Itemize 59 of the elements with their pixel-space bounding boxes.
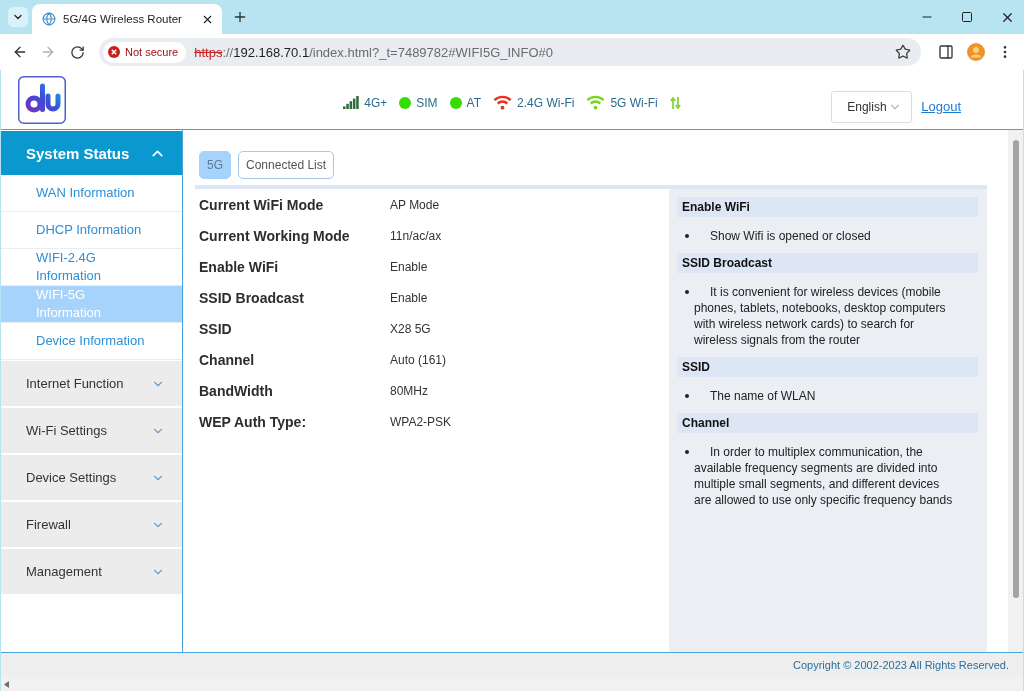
field-label: Channel [199,351,256,368]
help-text: Show Wifi is opened or closed [709,228,872,244]
reload-icon[interactable] [70,44,85,60]
bookmark-star-icon[interactable] [895,44,911,60]
scrollbar-thumb[interactable] [1012,140,1019,598]
status-label: 2.4G Wi-Fi [517,95,575,110]
status-label: 4G+ [364,95,388,110]
scroll-left-icon[interactable] [4,680,9,688]
globe-icon [42,12,56,26]
plus-icon[interactable] [232,9,248,25]
field-value: WPA2-PSK [390,414,453,429]
language-select[interactable]: English [831,90,913,123]
field-value: Enable [390,259,429,274]
field-label: SSID [199,320,233,337]
field-value: Auto (161) [390,352,448,367]
bullet-icon [685,290,689,294]
help-heading: SSID Broadcast [677,253,978,273]
tab-list-button[interactable] [8,7,28,27]
scrollbar[interactable] [1008,130,1023,652]
side-panel-icon[interactable] [938,44,954,60]
help-heading: SSID [677,357,978,377]
field-label: Current Working Mode [199,227,351,244]
copyright-text: Copyright © 2002-2023 All Rights Reserved. [793,659,1009,671]
field-value: 80MHz [390,383,429,398]
sidebar-section[interactable]: Wi-Fi Settings [1,408,182,454]
maximize-icon[interactable] [961,11,973,23]
status-label: SIM [416,95,438,110]
logout-link[interactable]: Logout [921,99,961,114]
address-bar[interactable]: Not secure https://192.168.70.1/index.html?_t=7489782#WIFI5G_INFO#0 [99,38,921,66]
help-heading: Channel [677,413,978,433]
field-label: SSID Broadcast [199,289,306,306]
field-label: Enable WiFi [199,258,280,275]
horizontal-scrollbar[interactable] [1,677,1023,691]
status-label: AT [466,95,482,110]
field-label: WEP Auth Type: [199,413,308,430]
sidebar-section[interactable]: Management [1,549,182,595]
bullet-icon [685,234,689,238]
security-chip[interactable]: Not secure [103,41,187,63]
field-label: Current WiFi Mode [199,196,325,213]
url-text: https://192.168.70.1/index.html?_t=7489782#WIFI5G_INFO#0 [194,44,554,60]
bullet-icon [685,394,689,398]
sidebar-section[interactable]: Device Settings [1,455,182,501]
help-heading: Enable WiFi [677,197,978,217]
field-value: 11n/ac/ax [390,228,443,243]
help-text: The name of WLAN [709,388,817,404]
status-label: 5G Wi-Fi [610,95,658,110]
sidebar-section[interactable]: Firewall [1,502,182,548]
field-value: Enable [390,290,429,305]
tab[interactable]: Connected List [238,151,335,179]
field-label: BandWidth [199,382,274,399]
sidebar-section[interactable]: Internet Function [1,361,182,407]
error-icon [108,46,120,58]
bullet-icon [685,450,689,454]
browser-tab[interactable]: 5G/4G Wireless Router [32,4,222,34]
help-text: In order to multiplex communication, the available frequency segments are divided into multiple small segments, and different devices are allowed to use only specific frequency bands [694,444,954,508]
field-value: AP Mode [390,197,441,212]
help-text: It is convenient for wireless devices (mobile phones, tablets, notebooks, desktop computers with wireless network cards) to search for wireless signals from the router [694,284,947,348]
field-value: X28 5G [390,321,432,336]
logo [18,76,66,124]
